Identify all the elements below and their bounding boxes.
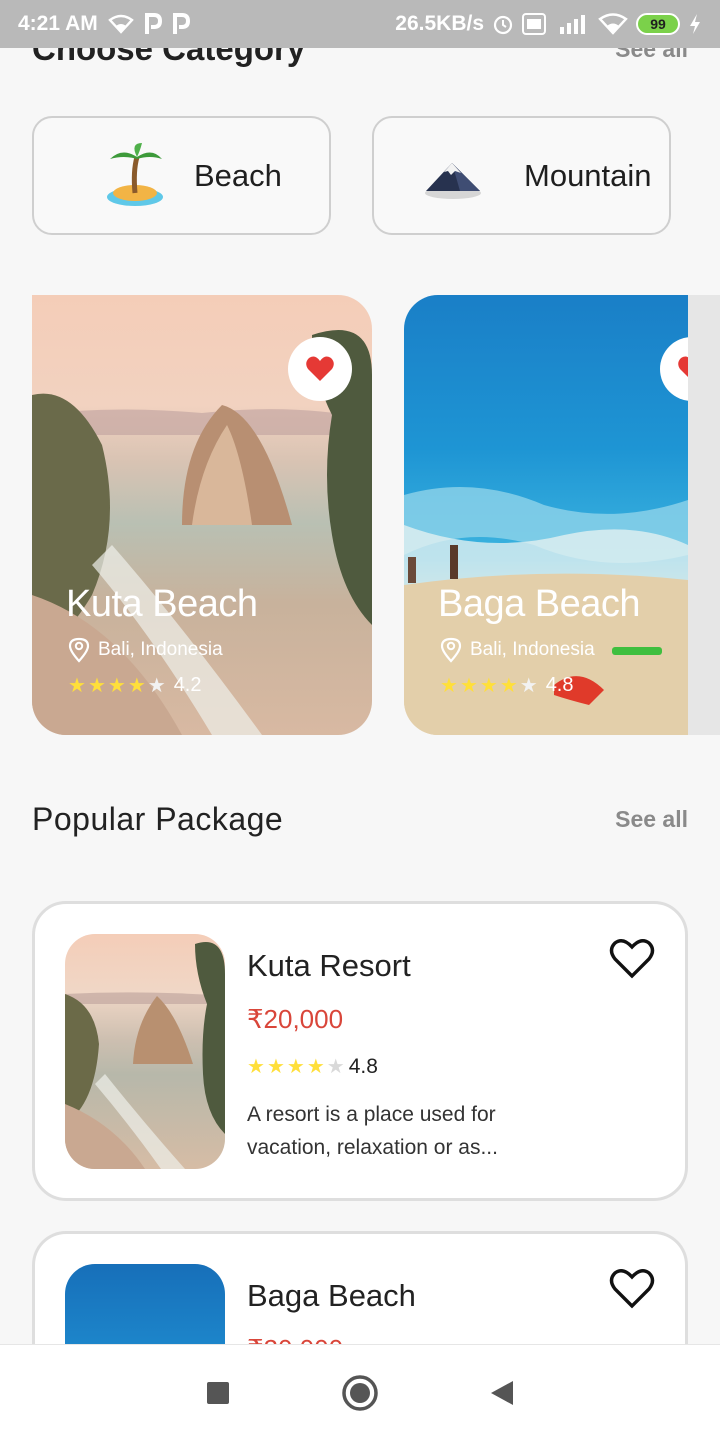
star-icon: ★: [266, 1056, 285, 1078]
package-thumbnail: [65, 934, 225, 1169]
location-pin-icon: [68, 637, 90, 663]
destination-rating-value: 4.8: [545, 674, 574, 696]
heart-outline-icon: [609, 1269, 655, 1309]
star-icon: ★: [440, 675, 458, 697]
star-icon: ★: [68, 675, 86, 697]
star-icon: ★: [107, 675, 126, 697]
destination-location-text: Bali, Indonesia: [98, 639, 223, 660]
destination-name: Baga Beach: [438, 583, 641, 625]
category-chip-label: Mountain: [524, 157, 652, 193]
star-icon: ★: [247, 1056, 265, 1078]
package-name: Kuta Resort: [247, 948, 411, 983]
star-icon: ★: [286, 1056, 305, 1078]
favorite-button[interactable]: [609, 938, 655, 980]
heart-filled-icon: [306, 356, 334, 381]
destination-location: Bali, Indonesia: [68, 637, 223, 663]
destination-rating: ★ ★ ★ ★ ★ 4.2: [68, 673, 202, 698]
location-pin-icon: [440, 637, 462, 663]
destination-location: Bali, Indonesia: [440, 637, 595, 663]
favorite-button[interactable]: [609, 1268, 655, 1310]
destination-rating: ★ ★ ★ ★ ★ 4.8: [440, 673, 574, 698]
destination-location-text: Bali, Indonesia: [470, 639, 595, 660]
destination-card-baga-beach[interactable]: Baga Beach Bali, Indonesia ★ ★ ★ ★ ★ 4.8: [404, 295, 688, 735]
favorite-button[interactable]: [288, 337, 352, 401]
parking-app-icon: [172, 13, 190, 35]
package-price: ₹20,000: [247, 1004, 344, 1034]
back-button[interactable]: [489, 1379, 515, 1407]
category-chip-mountain[interactable]: Mountain: [372, 116, 671, 235]
star-icon: ★: [459, 675, 478, 697]
parking-app-icon: [144, 13, 162, 35]
heart-filled-icon: [678, 356, 688, 377]
popular-header: Popular Package See all: [32, 794, 688, 844]
stop-square-icon: [207, 1381, 229, 1404]
package-description: A resort is a place used for vacation, r…: [247, 1103, 498, 1159]
beach-photo: [404, 487, 688, 735]
wifi-icon: [598, 13, 628, 35]
back-triangle-icon: [491, 1380, 513, 1405]
star-empty-icon: ★: [326, 1056, 345, 1078]
star-icon: ★: [87, 675, 106, 697]
charging-icon: [688, 13, 702, 35]
recents-button[interactable]: [205, 1380, 231, 1406]
wifi-icon: [107, 14, 134, 34]
package-rating: ★ ★ ★ ★ ★ 4.8: [247, 1054, 378, 1079]
volte-icon: [522, 13, 546, 35]
star-icon: ★: [499, 675, 518, 697]
destination-card-kuta-beach[interactable]: Kuta Beach Bali, Indonesia ★ ★ ★ ★ ★ 4.2: [32, 295, 372, 735]
battery-icon: 99: [636, 13, 680, 35]
battery-level: 99: [650, 16, 666, 32]
status-bar: 4:21 AM 26.5KB/s 99: [0, 0, 720, 48]
star-icon: ★: [127, 675, 146, 697]
status-left: 4:21 AM: [18, 12, 190, 36]
destination-name: Kuta Beach: [66, 583, 258, 625]
star-empty-icon: ★: [147, 675, 166, 697]
palm-island-icon: [102, 141, 168, 211]
destination-rating-value: 4.2: [173, 674, 202, 696]
star-icon: ★: [306, 1056, 325, 1078]
heart-outline-icon: [609, 939, 655, 979]
package-card-kuta-resort[interactable]: Kuta Resort ₹20,000 ★ ★ ★ ★ ★ 4.8 A reso…: [32, 901, 688, 1201]
alarm-icon: [492, 13, 514, 35]
mountain-icon: [420, 141, 486, 211]
next-card-peek: [688, 295, 720, 735]
star-icon: ★: [479, 675, 498, 697]
package-rating-value: 4.8: [348, 1054, 378, 1078]
popular-see-all-link[interactable]: See all: [615, 806, 688, 833]
status-time: 4:21 AM: [18, 12, 98, 35]
network-speed: 26.5KB/s: [395, 12, 484, 35]
category-chip-label: Beach: [194, 157, 282, 193]
signal-icon: [554, 13, 590, 35]
status-right: 26.5KB/s 99: [395, 12, 702, 36]
popular-title: Popular Package: [32, 800, 284, 837]
package-name: Baga Beach: [247, 1278, 416, 1313]
system-nav-bar: [0, 1344, 720, 1440]
star-empty-icon: ★: [519, 675, 538, 697]
category-chip-beach[interactable]: Beach: [32, 116, 331, 235]
home-circle-icon: [342, 1374, 378, 1411]
home-button[interactable]: [341, 1374, 379, 1412]
